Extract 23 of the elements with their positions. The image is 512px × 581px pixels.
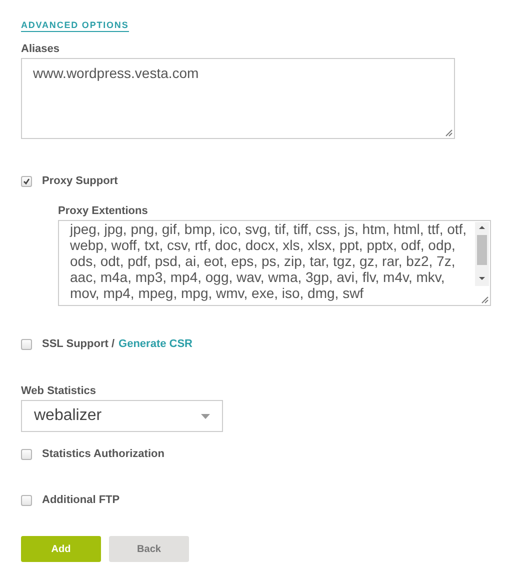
- checkbox[interactable]: [21, 338, 32, 350]
- resize-grip-icon[interactable]: [481, 296, 489, 304]
- field-value: www.wordpress.vesta.com: [33, 65, 199, 81]
- checkbox[interactable]: [21, 176, 32, 186]
- checkbox[interactable]: [21, 494, 32, 506]
- field-label: Proxy Extentions: [58, 205, 149, 217]
- generate-csr-link[interactable]: Generate CSR: [118, 338, 193, 350]
- checkbox-label: Statistics Authorization: [42, 448, 164, 460]
- resize-grip-icon[interactable]: [445, 129, 453, 137]
- checkbox-label: SSL Support /: [42, 338, 115, 350]
- web-statistics-select[interactable]: webalizer: [21, 400, 223, 432]
- aliases-field[interactable]: www.wordpress.vesta.com: [21, 58, 455, 139]
- checkbox[interactable]: [21, 448, 32, 460]
- add-button[interactable]: Add: [21, 536, 101, 562]
- advanced-options-link[interactable]: ADVANCED OPTIONS: [21, 20, 129, 32]
- field-label: Aliases: [21, 43, 61, 55]
- scrollbar-drawing[interactable]: [475, 222, 489, 286]
- back-button[interactable]: Back: [109, 536, 189, 562]
- checkbox-label: Additional FTP: [42, 494, 120, 506]
- field-label: Web Statistics: [21, 385, 97, 397]
- dropdown-caret-icon: [201, 414, 210, 418]
- field-value: jpeg, jpg, png, gif, bmp, ico, svg, tif, tiff, css, js, htm, html, ttf, otf, webp, woff, txt, csv, rtf, doc, docx, xls, xlsx, ppt, pptx, odf, odp, ods, odt, pdf, psd, ai, eot, eps, ps, zip, tar, tgz, gz, rar, bz2, 7z, aac, m4a, mp3, mp4, ogg, wav, wma, 3gp, avi, flv, m4v, mkv, mov, mp4, mpeg, mpg, wmv, exe, iso, dmg, swf: [70, 221, 467, 301]
- checkbox-label: Proxy Support: [42, 175, 118, 187]
